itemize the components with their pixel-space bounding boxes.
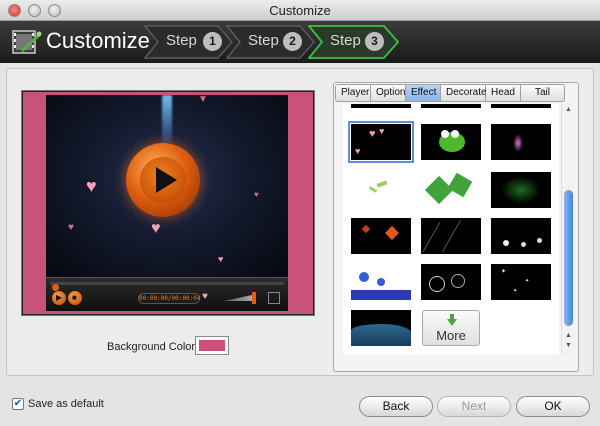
- tab-effect[interactable]: Effect: [406, 84, 441, 102]
- preview-frame: ▼ ♥ ♥ ♥ ♥ ♥ ♥ ▶ ■ 00:00:00/00:00:04 ♥: [21, 90, 315, 316]
- heart-icon: ♥: [68, 222, 74, 233]
- next-button[interactable]: Next: [437, 396, 511, 417]
- effect-thumbnail-circles[interactable]: [421, 264, 481, 300]
- wizard-header: Customize Step 1 Step 2 Step 3: [0, 21, 600, 63]
- tab-player[interactable]: Player: [335, 84, 371, 102]
- effect-thumbnail-blue-wave[interactable]: [351, 310, 411, 346]
- step-3-number: 3: [365, 32, 384, 51]
- effect-thumbnail[interactable]: [351, 104, 411, 108]
- fullscreen-icon[interactable]: [268, 292, 280, 304]
- play-icon: ▶: [56, 293, 63, 302]
- effect-thumbnail-hearts[interactable]: ♥ ♥ ♥: [348, 121, 414, 163]
- save-default-checkbox[interactable]: ✔: [12, 398, 24, 410]
- title-bar: Customize: [0, 0, 600, 21]
- effect-thumbnail-red-leaves[interactable]: [351, 218, 411, 254]
- step-2-number: 2: [283, 32, 302, 51]
- preview-video: ▼ ♥ ♥ ♥ ♥ ♥ ♥: [46, 95, 288, 277]
- stop-control-button[interactable]: ■: [68, 291, 82, 305]
- scroll-down-icon[interactable]: ▼: [565, 342, 572, 349]
- effect-thumbnail-leaves-small[interactable]: [351, 172, 411, 208]
- effects-scrollbar[interactable]: ▲ ▲ ▼: [561, 104, 574, 354]
- volume-knob[interactable]: [252, 292, 256, 304]
- scroll-thumb[interactable]: [564, 190, 573, 326]
- effect-thumbnail-white-flowers[interactable]: [491, 218, 551, 254]
- background-color-picker[interactable]: [195, 336, 229, 355]
- seek-knob[interactable]: [52, 284, 59, 291]
- step-1-label: Step: [166, 32, 197, 49]
- step-1-number: 1: [203, 32, 222, 51]
- effect-thumbnail-pink-sparkle[interactable]: [491, 124, 551, 160]
- heart-icon: ♥: [202, 291, 208, 302]
- stop-icon: ■: [72, 293, 77, 302]
- film-magic-icon: [12, 30, 42, 54]
- play-icon: [156, 167, 177, 193]
- tab-tail[interactable]: Tail: [521, 84, 565, 102]
- heart-icon: ♥: [254, 190, 259, 199]
- scroll-up-icon[interactable]: ▲: [565, 332, 572, 339]
- heart-icon: ♥: [218, 254, 224, 264]
- background-color-label: Background Color:: [107, 341, 199, 353]
- step-3: Step 3: [308, 25, 400, 59]
- effect-thumbnail-rain-lines[interactable]: [421, 218, 481, 254]
- player-controls: ▶ ■ 00:00:00/00:00:04 ♥: [46, 277, 288, 311]
- step-3-label: Step: [330, 32, 361, 49]
- scroll-up-icon[interactable]: ▲: [565, 106, 572, 113]
- volume-slider[interactable]: [224, 295, 252, 301]
- save-default-label: Save as default: [28, 398, 104, 410]
- play-control-button[interactable]: ▶: [52, 291, 66, 305]
- settings-tabs: Player Option Effect Decorate Head Tail: [335, 84, 565, 102]
- more-effects-button[interactable]: More: [422, 310, 480, 346]
- effect-thumbnail-green-leaves[interactable]: [421, 172, 481, 208]
- step-1: Step 1: [144, 25, 234, 59]
- tab-head[interactable]: Head: [486, 84, 521, 102]
- step-2-label: Step: [248, 32, 279, 49]
- ok-button[interactable]: OK: [516, 396, 590, 417]
- effect-thumbnail-blue-flowers[interactable]: [351, 264, 411, 300]
- header-title: Customize: [46, 28, 150, 53]
- effect-thumbnail-stars[interactable]: ✦ ✦ ✦: [491, 264, 551, 300]
- effect-thumbnail[interactable]: [491, 104, 551, 108]
- timecode-display: 00:00:00/00:00:04: [138, 293, 201, 304]
- heart-icon: ♥: [151, 220, 161, 237]
- seek-bar[interactable]: [50, 282, 284, 291]
- customize-window: Customize Customize Step 1 Step 2 Step 3…: [0, 0, 600, 426]
- effect-thumbnail-frog[interactable]: [421, 124, 481, 160]
- effects-grid: ♥ ♥ ♥ ✦ ✦ ✦ More: [343, 104, 559, 354]
- heart-icon: ♥: [86, 176, 97, 196]
- more-label: More: [436, 328, 466, 343]
- back-button[interactable]: Back: [359, 396, 433, 417]
- step-2: Step 2: [226, 25, 316, 59]
- light-beam: [162, 95, 172, 143]
- heart-icon: ▼: [198, 95, 208, 105]
- tab-decorate[interactable]: Decorate: [441, 84, 487, 102]
- effect-thumbnail[interactable]: [421, 104, 481, 108]
- tab-option[interactable]: Option: [371, 84, 406, 102]
- play-button-preview[interactable]: [126, 143, 200, 217]
- down-arrow-icon: [447, 314, 457, 326]
- window-title: Customize: [269, 3, 331, 18]
- background-color-swatch: [199, 340, 225, 351]
- effect-thumbnail-green-drops[interactable]: [491, 172, 551, 208]
